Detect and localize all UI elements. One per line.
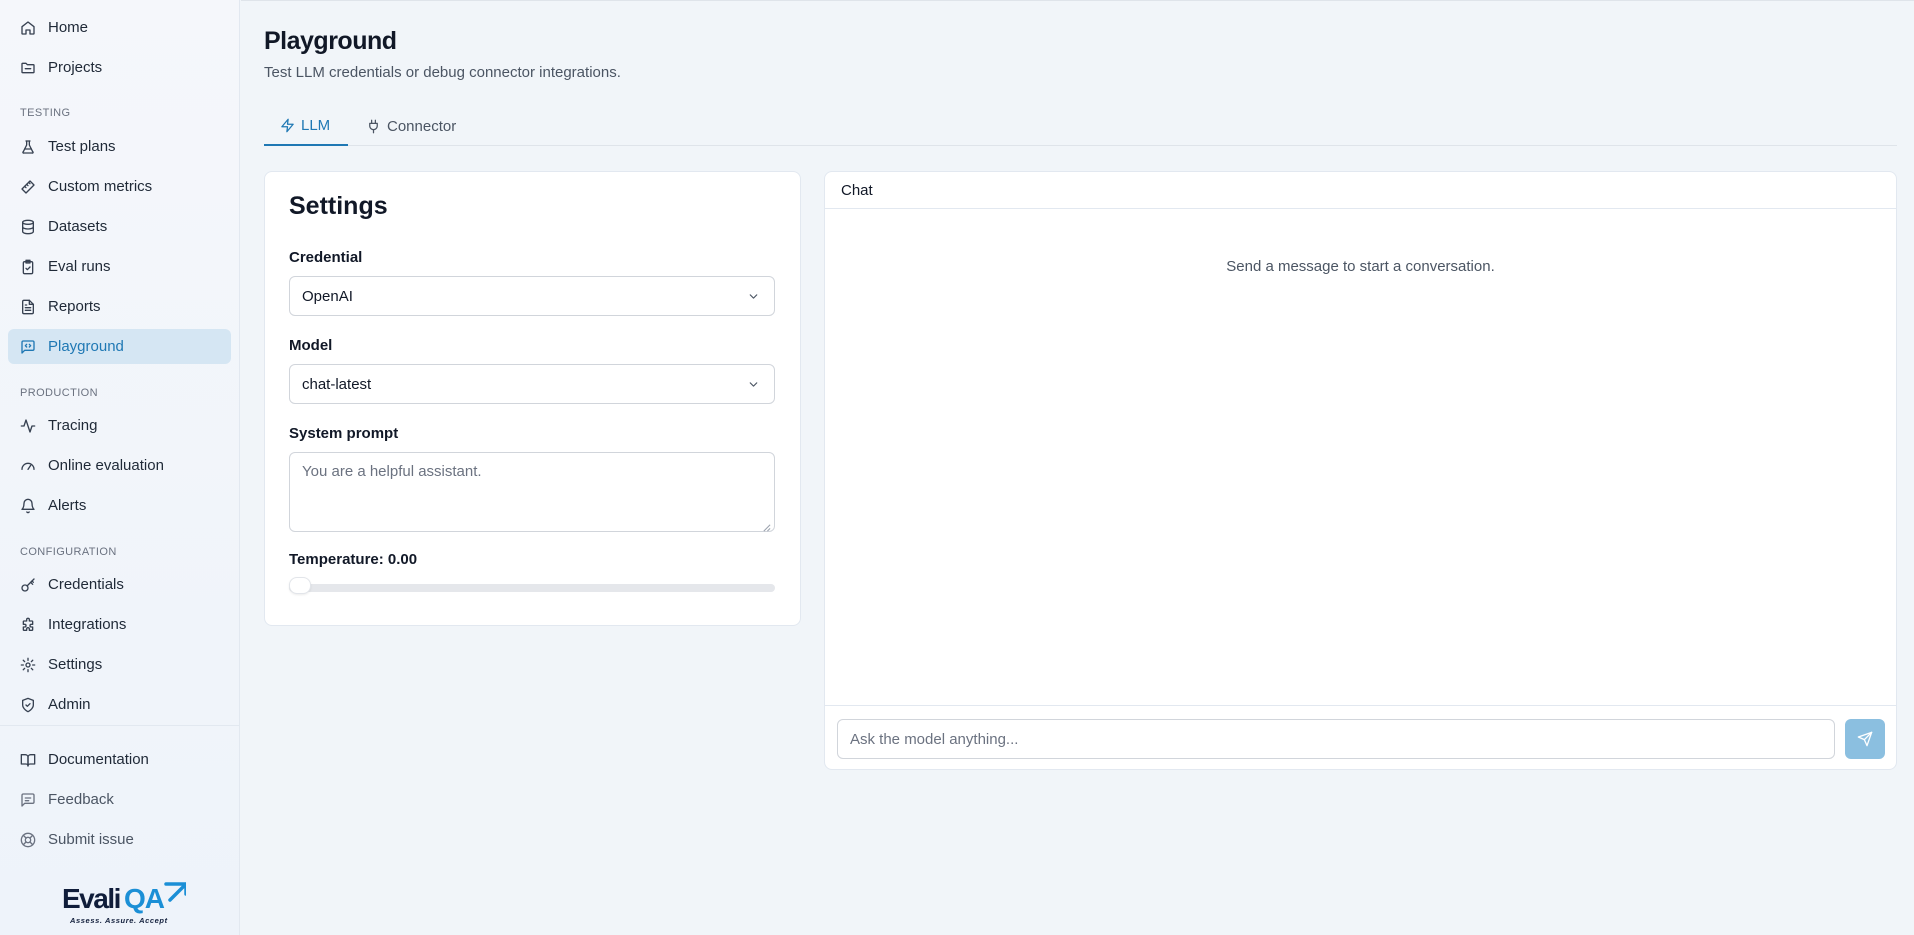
sidebar-item-admin[interactable]: Admin [8,687,231,722]
sidebar-item-label: Reports [48,298,101,315]
send-button[interactable] [1845,719,1885,759]
plug-icon [366,119,381,134]
section-label-configuration: CONFIGURATION [20,546,117,558]
temperature-slider-track[interactable] [289,584,775,592]
send-icon [1857,731,1873,747]
section-label-production: PRODUCTION [20,387,98,399]
database-icon [20,219,36,235]
sidebar-item-label: Projects [48,59,103,76]
book-icon [20,752,36,768]
bell-icon [20,498,36,514]
sidebar-item-tracing[interactable]: Tracing [8,408,231,443]
system-prompt-label: System prompt [289,425,399,442]
sidebar-item-feedback[interactable]: Feedback [8,782,231,817]
sidebar-item-label: Eval runs [48,258,111,275]
sidebar-item-test-plans[interactable]: Test plans [8,129,231,164]
credential-value: OpenAI [302,287,353,305]
sidebar-item-custom-metrics[interactable]: Custom metrics [8,169,231,204]
sidebar-item-datasets[interactable]: Datasets [8,209,231,244]
clipboard-icon [20,259,36,275]
zap-icon [280,118,295,133]
evaliqa-logo: Evali QA Assess. Assure. Accept [62,882,186,925]
sidebar-item-integrations[interactable]: Integrations [8,607,231,642]
life-buoy-icon [20,832,36,848]
page-subtitle: Test LLM credentials or debug connector … [264,64,621,81]
temperature-label: Temperature: 0.00 [289,551,418,568]
credential-select[interactable]: OpenAI [289,276,775,316]
sidebar-item-label: Custom metrics [48,178,153,195]
sidebar-item-label: Online evaluation [48,457,164,474]
settings-title: Settings [289,192,388,220]
sidebar-item-label: Datasets [48,218,108,235]
tab-label: Connector [387,117,457,135]
credential-label: Credential [289,249,363,266]
chevron-down-icon [747,378,760,391]
key-icon [20,577,36,593]
sidebar-item-label: Credentials [48,576,124,593]
sidebar-item-submit-issue[interactable]: Submit issue [8,822,231,857]
sidebar-item-playground[interactable]: Playground [8,329,231,364]
chat-composer [825,705,1896,770]
tab-llm[interactable]: LLM [264,106,348,146]
sidebar-item-documentation[interactable]: Documentation [8,742,231,777]
shield-check-icon [20,697,36,713]
tab-connector[interactable]: Connector [366,106,456,146]
model-label: Model [289,337,333,354]
sidebar-item-label: Test plans [48,138,116,155]
sidebar-item-label: Submit issue [48,831,134,848]
folder-icon [20,60,36,76]
svg-text:Assess. Assure. Accept: Assess. Assure. Accept [69,916,168,925]
chat-title: Chat [825,172,1896,209]
sidebar-item-label: Tracing [48,417,98,434]
sidebar-item-alerts[interactable]: Alerts [8,488,231,523]
sidebar-item-credentials[interactable]: Credentials [8,567,231,602]
svg-text:QA: QA [124,883,165,914]
tab-bar: LLM Connector [264,106,1897,146]
activity-icon [20,418,36,434]
temperature-slider-thumb[interactable] [289,577,311,594]
sidebar-item-settings[interactable]: Settings [8,647,231,682]
sidebar-item-reports[interactable]: Reports [8,289,231,324]
sidebar: Home Projects TESTING Test plans Custom … [0,0,240,935]
sidebar-item-online-evaluation[interactable]: Online evaluation [8,448,231,483]
puzzle-icon [20,617,36,633]
system-prompt-textarea[interactable]: You are a helpful assistant. [289,452,775,532]
sidebar-item-label: Home [48,19,89,36]
chevron-down-icon [747,290,760,303]
message-code-icon [20,339,36,355]
sidebar-item-label: Settings [48,656,103,673]
main-content: Playground Test LLM credentials or debug… [241,0,1914,935]
tab-label: LLM [301,116,331,134]
chat-message-input[interactable] [837,719,1835,759]
sidebar-item-label: Integrations [48,616,127,633]
page-title: Playground [264,27,397,55]
sidebar-item-label: Playground [48,338,124,355]
model-value: chat-latest [302,375,372,393]
section-label-testing: TESTING [20,107,71,119]
chat-empty-message: Send a message to start a conversation. [1226,258,1495,275]
sidebar-item-label: Admin [48,696,91,713]
sidebar-item-projects[interactable]: Projects [8,50,231,85]
file-text-icon [20,299,36,315]
sidebar-item-label: Alerts [48,497,87,514]
gauge-icon [20,458,36,474]
home-icon [20,20,36,36]
ruler-icon [20,179,36,195]
system-prompt-placeholder: You are a helpful assistant. [302,463,482,480]
sidebar-item-home[interactable]: Home [8,10,231,45]
settings-panel: Settings Credential OpenAI Model chat-la… [264,171,801,626]
resize-handle-icon[interactable] [762,519,771,532]
sidebar-divider [0,725,240,726]
chat-panel: Chat Send a message to start a conversat… [824,171,1897,770]
flask-icon [20,139,36,155]
sidebar-item-label: Feedback [48,791,114,808]
model-select[interactable]: chat-latest [289,364,775,404]
svg-text:Evali: Evali [62,883,120,914]
sidebar-item-eval-runs[interactable]: Eval runs [8,249,231,284]
gear-icon [20,657,36,673]
message-square-icon [20,792,36,808]
sidebar-item-label: Documentation [48,751,149,768]
